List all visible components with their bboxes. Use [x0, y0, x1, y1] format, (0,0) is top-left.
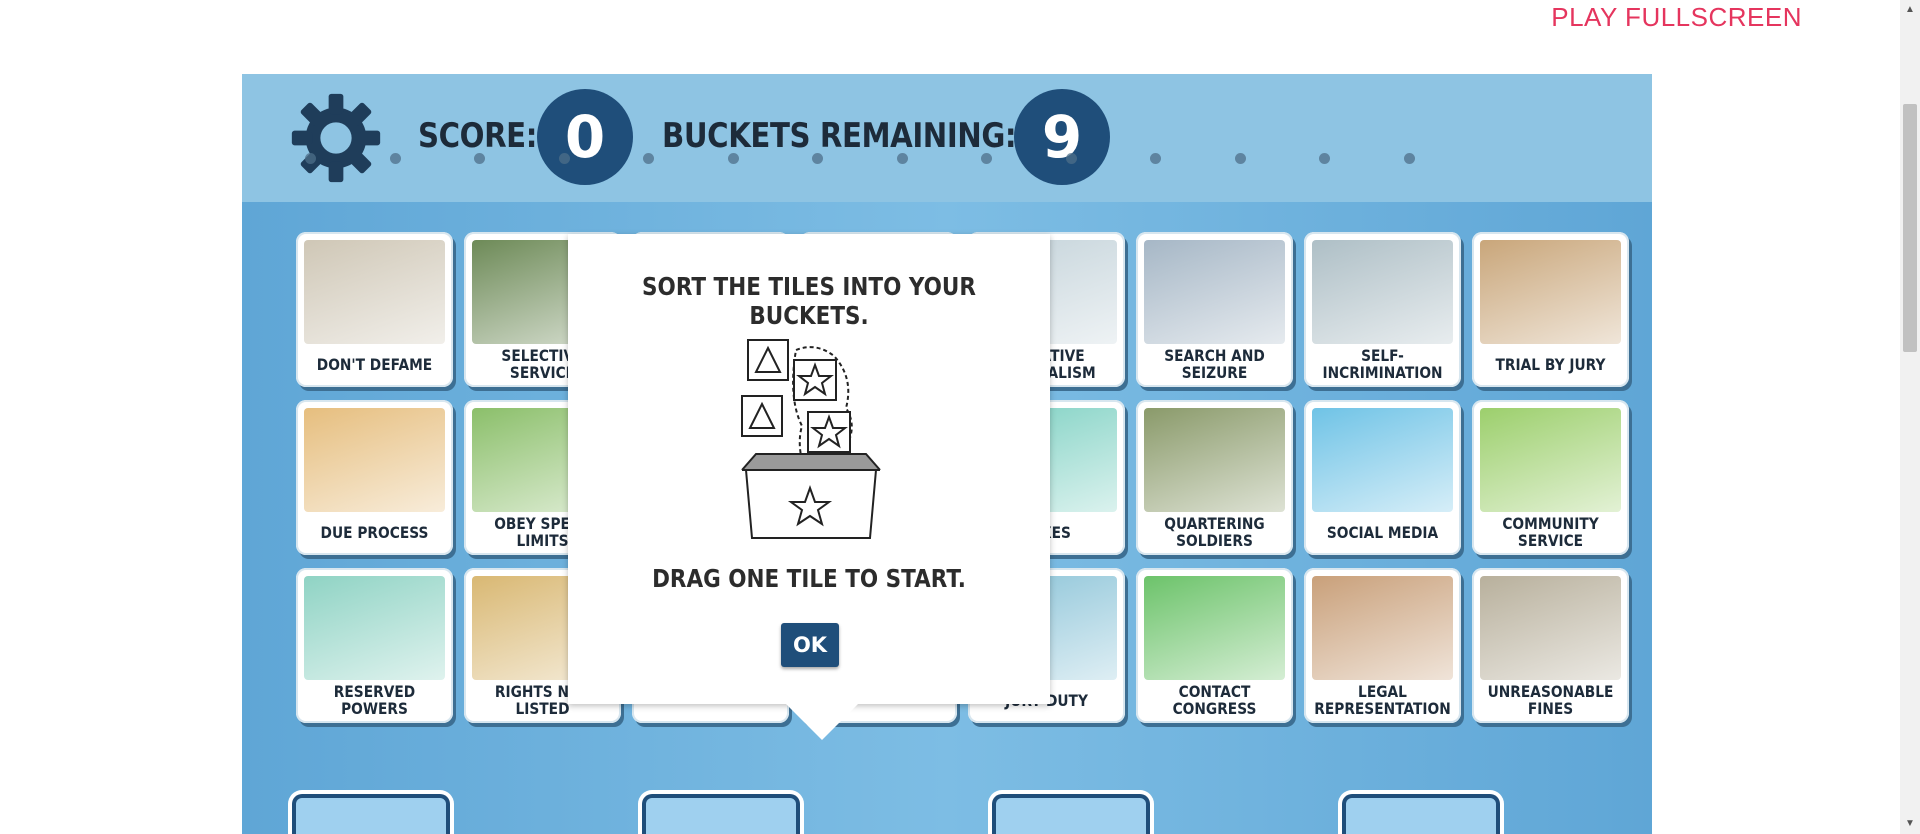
board-dot: [812, 153, 823, 164]
tile[interactable]: CONTACT CONGRESS: [1136, 568, 1293, 723]
jury-image: [1480, 240, 1621, 344]
tile[interactable]: SOCIAL MEDIA: [1304, 400, 1461, 555]
tile[interactable]: COMMUNITY SERVICE: [1472, 400, 1629, 555]
game-hud: SCORE: 0 BUCKETS REMAINING: 9: [242, 74, 1652, 202]
board-dot: [305, 153, 316, 164]
ok-button[interactable]: OK: [781, 623, 839, 667]
score-label: SCORE:: [418, 116, 537, 156]
game-area: SCORE: 0 BUCKETS REMAINING: 9 DON'T DEFA…: [242, 74, 1652, 834]
tile[interactable]: DON'T DEFAME: [296, 232, 453, 387]
board-dot: [1319, 153, 1330, 164]
bucket[interactable]: [992, 794, 1150, 834]
police-search-image: [1144, 240, 1285, 344]
tile-label: LEGAL REPRESENTATION: [1314, 682, 1451, 718]
scroll-up-icon[interactable]: ▲: [1904, 4, 1916, 16]
tile-label: SEARCH AND SEIZURE: [1164, 346, 1265, 382]
modal-subtitle: DRAG ONE TILE TO START.: [652, 564, 966, 593]
board-dot: [474, 153, 485, 164]
board-dot: [643, 153, 654, 164]
bucket[interactable]: [292, 794, 450, 834]
tile[interactable]: SEARCH AND SEIZURE: [1136, 232, 1293, 387]
play-fullscreen-link[interactable]: PLAY FULLSCREEN: [1551, 2, 1802, 33]
tile[interactable]: UNREASONABLE FINES: [1472, 568, 1629, 723]
modal-pointer: [786, 704, 858, 740]
board-dot: [981, 153, 992, 164]
tile-label: SOCIAL MEDIA: [1326, 522, 1439, 542]
instructions-modal: SORT THE TILES INTO YOUR BUCKETS. DRAG O…: [568, 234, 1050, 740]
gear-icon[interactable]: [290, 92, 382, 184]
buckets-remaining-value: 9: [1014, 89, 1110, 185]
bucket[interactable]: [1342, 794, 1500, 834]
capitol-image: [1144, 576, 1285, 680]
board-dot: [558, 153, 570, 164]
tile-label: DON'T DEFAME: [316, 354, 433, 374]
tile[interactable]: LEGAL REPRESENTATION: [1304, 568, 1461, 723]
scroll-thumb[interactable]: [1903, 104, 1917, 352]
tile[interactable]: RESERVED POWERS: [296, 568, 453, 723]
score-value: 0: [537, 89, 633, 185]
scroll-down-icon[interactable]: ▼: [1904, 818, 1916, 830]
bucket[interactable]: [642, 794, 800, 834]
board-dot: [1403, 153, 1415, 164]
board-dot: [389, 153, 401, 164]
board-dot: [1150, 153, 1161, 164]
tile-label: DUE PROCESS: [320, 522, 429, 542]
board-dot: [896, 153, 908, 164]
tile[interactable]: QUARTERING SOLDIERS: [1136, 400, 1293, 555]
interrogation-image: [1312, 240, 1453, 344]
tile[interactable]: TRIAL BY JURY: [1472, 232, 1629, 387]
board-dot: [727, 153, 739, 164]
texas-map-image: [304, 576, 445, 680]
buckets-remaining-label: BUCKETS REMAINING:: [662, 116, 1017, 156]
tile[interactable]: DUE PROCESS: [296, 400, 453, 555]
tile-label: TRIAL BY JURY: [1495, 354, 1606, 374]
tile-label: CONTACT CONGRESS: [1172, 682, 1257, 718]
soldier-door-image: [1144, 408, 1285, 512]
board-dot: [1065, 153, 1077, 164]
board-dot: [1234, 153, 1246, 164]
social-network-image: [1312, 408, 1453, 512]
modal-title: SORT THE TILES INTO YOUR BUCKETS.: [642, 272, 976, 330]
park-cleanup-image: [1480, 408, 1621, 512]
tile-label: RESERVED POWERS: [333, 682, 416, 718]
tile-label: QUARTERING SOLDIERS: [1164, 514, 1265, 550]
page-scrollbar[interactable]: ▲ ▼: [1900, 0, 1920, 834]
family-house-image: [304, 408, 445, 512]
lawyer-handshake-image: [1312, 576, 1453, 680]
tile-label: UNREASONABLE FINES: [1487, 682, 1614, 718]
bucket-shapes-icon: [741, 339, 881, 539]
tile-label: SELF-INCRIMINATION: [1322, 346, 1443, 382]
tile-label: COMMUNITY SERVICE: [1502, 514, 1599, 550]
newspaper-image: [304, 240, 445, 344]
tile[interactable]: SELF-INCRIMINATION: [1304, 232, 1461, 387]
jail-cell-image: [1480, 576, 1621, 680]
